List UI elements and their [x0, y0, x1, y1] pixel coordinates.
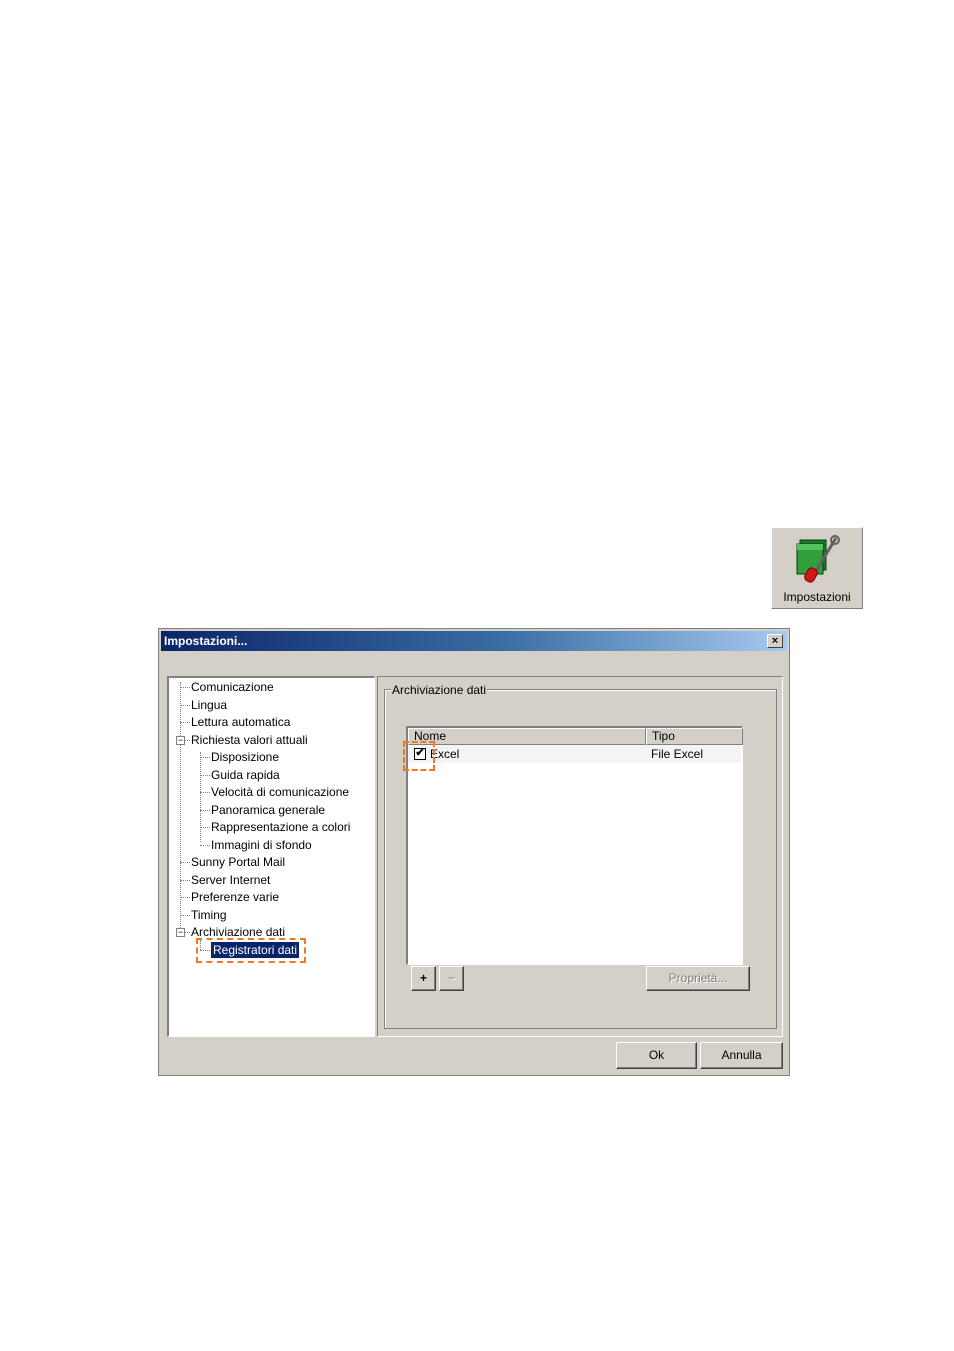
group-title: Archiviazione dati [391, 683, 488, 697]
tree-connector [200, 827, 210, 828]
collapse-icon[interactable]: − [176, 928, 185, 937]
settings-toolbar-button[interactable]: Impostazioni [771, 527, 863, 609]
tree-item[interactable]: Lingua [191, 697, 227, 713]
properties-button[interactable]: Proprietà... [646, 966, 750, 991]
tree-connector [200, 757, 210, 758]
tree-connector [200, 774, 210, 776]
tree-item[interactable]: Guida rapida [211, 767, 280, 783]
ok-button[interactable]: Ok [616, 1042, 697, 1069]
settings-dialog: Impostazioni... × Comunicazione Lingua Let… [158, 628, 790, 1076]
dialog-title: Impostazioni... [164, 634, 248, 648]
tree-item[interactable]: Velocità di comunicazione [211, 784, 349, 800]
tree-item[interactable]: Rappresentazione a colori [211, 819, 350, 835]
remove-button[interactable]: − [439, 966, 464, 991]
tree-item[interactable]: Sunny Portal Mail [191, 854, 285, 870]
tree-connector [180, 687, 190, 688]
tree-item[interactable]: Server Internet [191, 872, 270, 888]
dialog-titlebar: Impostazioni... × [161, 631, 787, 651]
tree-connector [180, 722, 190, 723]
tree-item[interactable]: Lettura automatica [191, 714, 290, 730]
tree-connector [180, 862, 190, 863]
close-icon: × [771, 635, 779, 647]
tree-item[interactable]: Preferenze varie [191, 889, 279, 905]
tree-item[interactable]: Comunicazione [191, 679, 274, 695]
tree-connector [200, 792, 210, 793]
close-button[interactable]: × [767, 634, 783, 648]
settings-tree[interactable]: Comunicazione Lingua Lettura automatica Ric… [167, 676, 375, 1037]
tree-item[interactable]: Disposizione [211, 749, 279, 765]
list-item-type: File Excel [651, 747, 704, 761]
tree-connector [180, 704, 190, 706]
cancel-button[interactable]: Annulla [700, 1042, 783, 1069]
data-logger-list[interactable]: Nome Tipo ✔ Excel File Excel [406, 726, 743, 965]
add-button[interactable]: + [411, 966, 436, 991]
folder-wrench-icon [796, 535, 840, 583]
settings-panel: Archiviazione dati Nome Tipo ✔ Excel Fil… [377, 676, 783, 1037]
list-item[interactable]: ✔ Excel File Excel [408, 745, 741, 763]
tree-item[interactable]: Richiesta valori attuali [191, 732, 308, 748]
highlight-selected-tree-item [196, 938, 306, 963]
tree-connector [200, 752, 201, 842]
tree-connector [180, 914, 190, 916]
tree-item[interactable]: Timing [191, 907, 227, 923]
settings-toolbar-label: Impostazioni [783, 590, 851, 604]
tree-connector [200, 809, 210, 811]
column-header-nome[interactable]: Nome [408, 728, 646, 745]
tree-item[interactable]: Immagini di sfondo [211, 837, 312, 853]
tree-connector [180, 897, 190, 898]
tree-connector [180, 879, 190, 881]
tree-connector [200, 844, 210, 846]
collapse-icon[interactable]: − [176, 736, 185, 745]
highlight-checkbox [403, 741, 435, 771]
column-header-tipo[interactable]: Tipo [646, 728, 743, 745]
tree-item[interactable]: Panoramica generale [211, 802, 325, 818]
